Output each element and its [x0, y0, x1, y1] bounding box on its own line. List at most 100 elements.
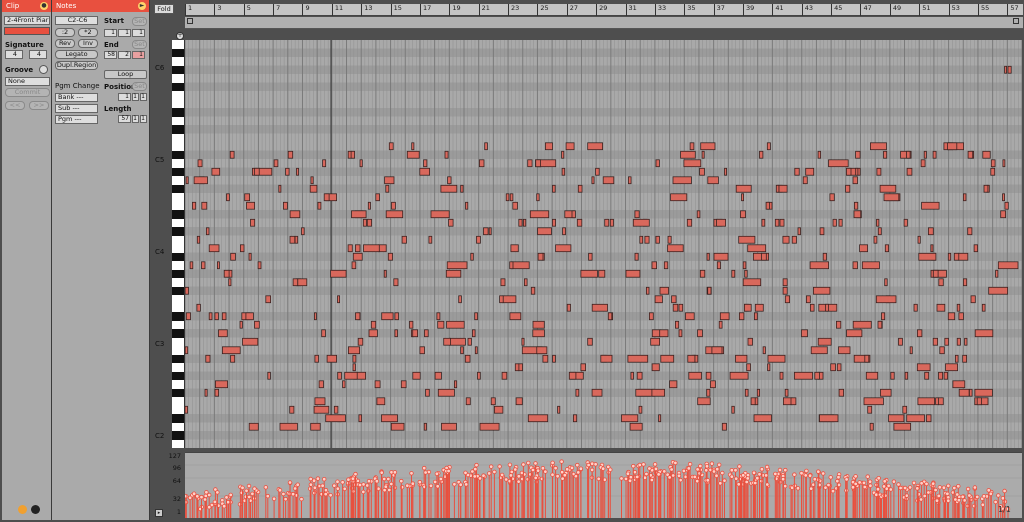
black-key[interactable] — [172, 150, 184, 159]
midi-note[interactable] — [537, 252, 544, 261]
midi-note[interactable] — [436, 312, 441, 321]
midi-note[interactable] — [254, 167, 260, 176]
midi-note[interactable] — [838, 388, 844, 397]
velocity-handle[interactable] — [283, 496, 288, 502]
midi-note[interactable] — [832, 218, 837, 227]
midi-note[interactable] — [697, 397, 711, 406]
midi-note[interactable] — [957, 252, 969, 261]
midi-note[interactable] — [629, 422, 643, 431]
clip-name-field[interactable]: 2-4Front Piar — [4, 16, 50, 25]
velocity-handle[interactable] — [649, 477, 655, 483]
midi-note[interactable] — [689, 142, 695, 151]
midi-note[interactable] — [1004, 201, 1009, 210]
velocity-handle[interactable] — [744, 479, 749, 485]
velocity-handle[interactable] — [357, 482, 363, 488]
velocity-handle[interactable] — [246, 483, 252, 489]
velocity-handle[interactable] — [263, 485, 268, 490]
midi-note[interactable] — [659, 329, 669, 338]
midi-note[interactable] — [636, 371, 643, 380]
midi-note[interactable] — [710, 380, 716, 389]
midi-note[interactable] — [244, 193, 251, 202]
velocity-handle[interactable] — [526, 460, 531, 466]
midi-note[interactable] — [351, 210, 367, 219]
velocity-handle[interactable] — [543, 469, 548, 474]
midi-note[interactable] — [572, 414, 578, 423]
midi-note[interactable] — [627, 176, 632, 185]
velocity-handle[interactable] — [399, 478, 404, 484]
midi-note[interactable] — [509, 261, 514, 270]
midi-note[interactable] — [667, 235, 672, 244]
midi-note[interactable] — [514, 363, 520, 372]
midi-note[interactable] — [962, 354, 968, 363]
midi-note[interactable] — [393, 278, 399, 287]
velocity-handle[interactable] — [199, 494, 204, 500]
midi-note[interactable] — [325, 414, 346, 423]
midi-note[interactable] — [390, 422, 405, 431]
velocity-handle[interactable] — [952, 485, 957, 491]
midi-note[interactable] — [370, 320, 377, 329]
midi-note[interactable] — [846, 167, 852, 176]
velocity-handle[interactable] — [911, 480, 917, 486]
velocity-handle[interactable] — [924, 481, 929, 487]
velocity-handle[interactable] — [379, 470, 384, 475]
midi-note[interactable] — [588, 252, 593, 261]
midi-note[interactable] — [376, 397, 386, 406]
velocity-handle[interactable] — [207, 492, 212, 498]
midi-note[interactable] — [477, 371, 481, 380]
velocity-handle[interactable] — [956, 497, 962, 503]
velocity-handle[interactable] — [323, 491, 328, 497]
velocity-handle[interactable] — [946, 483, 951, 488]
midi-note[interactable] — [756, 388, 760, 397]
velocity-handle[interactable] — [474, 462, 479, 468]
midi-note[interactable] — [718, 320, 723, 329]
velocity-handle[interactable] — [287, 480, 293, 485]
midi-note[interactable] — [385, 184, 390, 193]
velocity-handle[interactable] — [844, 477, 849, 482]
midi-note[interactable] — [214, 388, 219, 397]
midi-note[interactable] — [936, 303, 946, 312]
midi-note[interactable] — [193, 176, 208, 185]
midi-note[interactable] — [855, 150, 861, 159]
midi-note[interactable] — [814, 371, 820, 380]
midi-note[interactable] — [391, 201, 396, 210]
velocity-handle[interactable] — [926, 490, 931, 495]
velocity-handle[interactable] — [711, 469, 717, 474]
midi-note[interactable] — [443, 337, 451, 346]
velocity-handle[interactable] — [252, 486, 257, 491]
black-key[interactable] — [172, 227, 184, 236]
midi-note[interactable] — [963, 193, 967, 202]
midi-note[interactable] — [344, 371, 358, 380]
midi-note[interactable] — [204, 388, 208, 397]
midi-note[interactable] — [521, 337, 525, 346]
fold-button[interactable]: Fold — [154, 4, 174, 14]
midi-note[interactable] — [753, 414, 772, 423]
midi-note[interactable] — [782, 286, 788, 295]
midi-note[interactable] — [314, 354, 319, 363]
midi-note[interactable] — [810, 303, 815, 312]
midi-note[interactable] — [828, 159, 849, 168]
velocity-handle[interactable] — [953, 497, 958, 502]
midi-note[interactable] — [909, 346, 913, 355]
midi-note[interactable] — [285, 167, 290, 176]
length-sixteenth[interactable]: 1 — [140, 115, 147, 123]
midi-note[interactable] — [591, 176, 595, 185]
midi-note[interactable] — [587, 337, 593, 346]
velocity-handle[interactable] — [881, 484, 887, 489]
velocity-handle[interactable] — [555, 474, 560, 479]
midi-note[interactable] — [947, 312, 956, 321]
midi-note[interactable] — [294, 235, 299, 244]
velocity-handle[interactable] — [434, 471, 440, 476]
velocity-handle[interactable] — [497, 464, 502, 469]
midi-note[interactable] — [876, 218, 880, 227]
midi-note[interactable] — [419, 167, 431, 176]
black-key[interactable] — [172, 329, 184, 338]
midi-note[interactable] — [317, 201, 322, 210]
midi-note[interactable] — [759, 150, 764, 159]
velocity-handle[interactable] — [423, 470, 428, 475]
midi-note[interactable] — [651, 261, 657, 270]
midi-note[interactable] — [779, 371, 784, 380]
midi-note[interactable] — [784, 295, 790, 304]
midi-note[interactable] — [375, 193, 380, 202]
midi-note[interactable] — [387, 252, 393, 261]
velocity-handle[interactable] — [374, 479, 380, 484]
